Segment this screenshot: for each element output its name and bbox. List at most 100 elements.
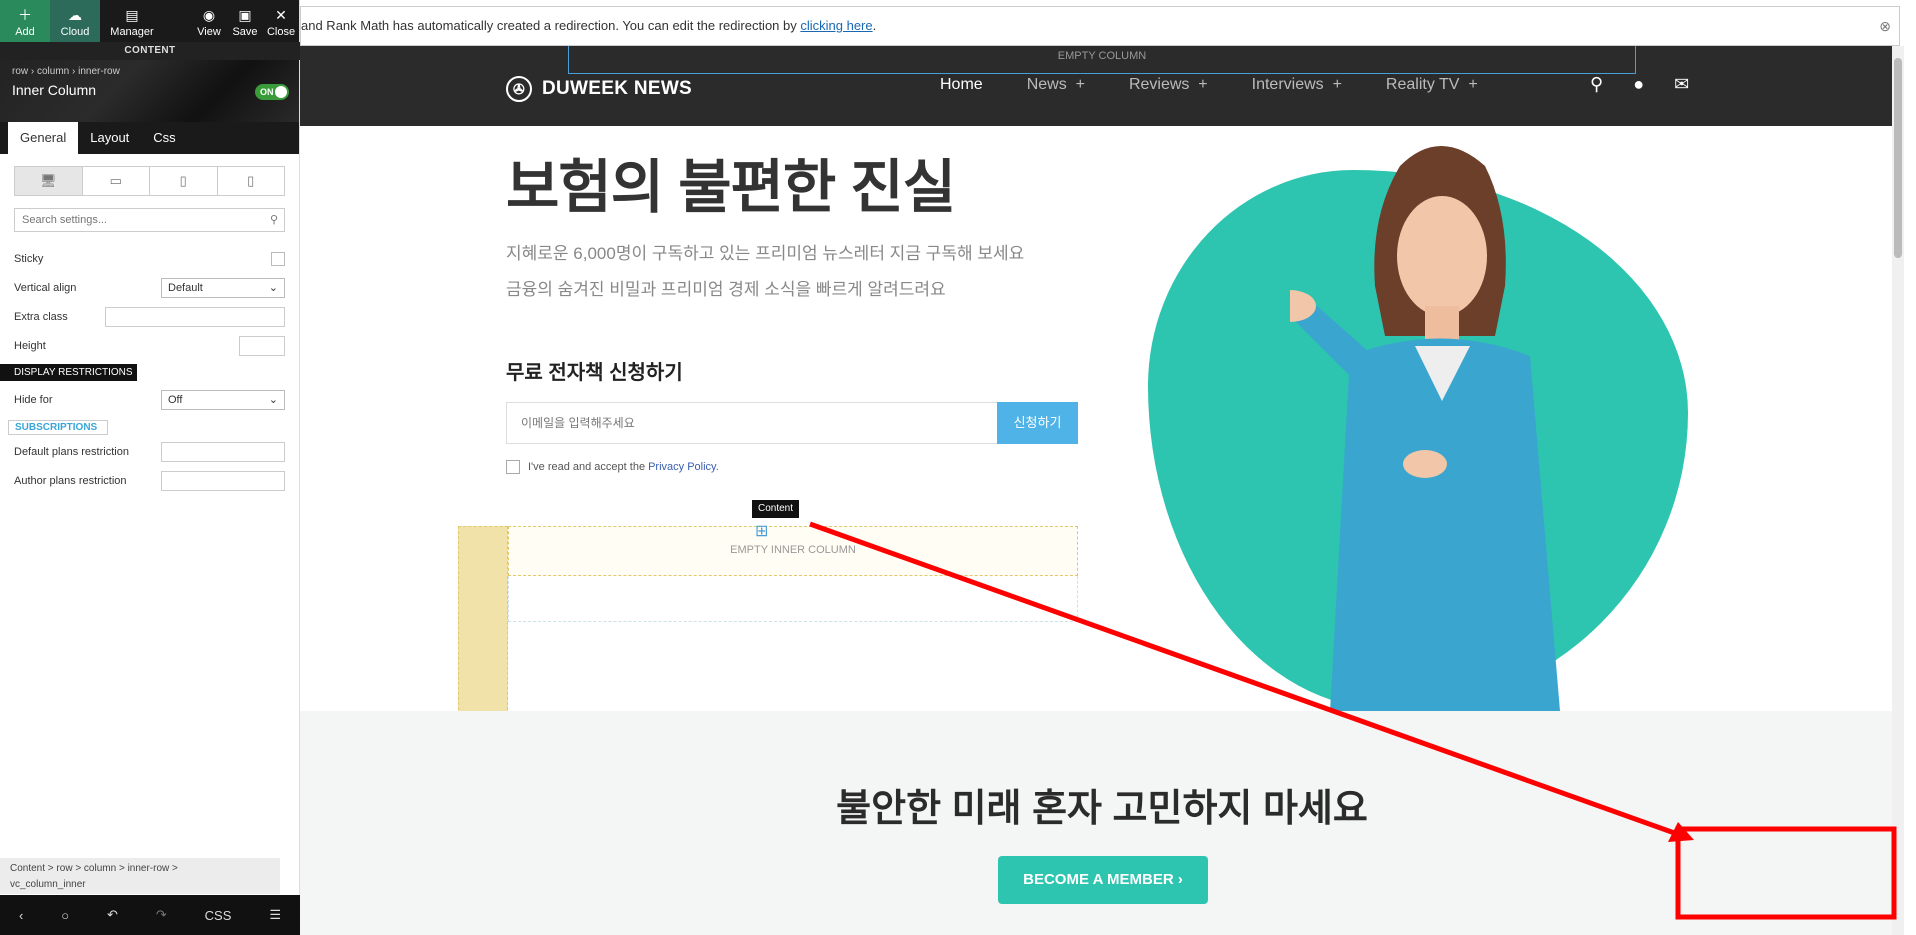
sticky-row: Sticky <box>0 244 299 273</box>
extra-class-input[interactable] <box>105 306 285 327</box>
user-icon[interactable]: ● <box>1633 74 1644 95</box>
default-plans-label: Default plans restriction <box>14 445 129 458</box>
page-scrollbar[interactable] <box>1892 46 1904 935</box>
tab-layout[interactable]: Layout <box>78 122 141 154</box>
film-reel-icon: ✇ <box>506 76 532 102</box>
mail-icon[interactable]: ✉ <box>1674 74 1689 95</box>
vertical-align-row: Vertical align Default ⌄ <box>0 273 299 302</box>
circle-icon[interactable]: ○ <box>61 908 69 923</box>
redo-icon[interactable]: ↷ <box>156 907 167 923</box>
site-preview: 보험의 불편한 진실 지혜로운 6,000명이 구독하고 있는 프리미엄 뉴스레… <box>300 0 1904 935</box>
content-tooltip: Content <box>752 500 800 518</box>
menu-icon[interactable]: ☰ <box>269 907 281 923</box>
form-heading: 무료 전자책 신청하기 <box>506 362 683 384</box>
menu-item-interviews[interactable]: Interviews + <box>1252 76 1342 94</box>
hero-title: 보험의 불편한 진실 <box>506 155 956 220</box>
inner-row-outline <box>508 576 1078 622</box>
menu-item-reviews[interactable]: Reviews + <box>1129 76 1208 94</box>
consent-checkbox[interactable] <box>506 460 520 474</box>
section-label: CONTENT <box>0 42 300 60</box>
woman-image <box>1290 146 1560 711</box>
back-icon[interactable]: ‹ <box>19 908 23 923</box>
author-plans-label: Author plans restriction <box>14 474 127 487</box>
menu-item-news[interactable]: News + <box>1027 76 1085 94</box>
menu-item-reality-tv[interactable]: Reality TV + <box>1386 76 1478 94</box>
element-toggle[interactable]: ON <box>255 84 289 100</box>
consent-row: I've read and accept the Privacy Policy. <box>506 460 719 474</box>
subscribe-button[interactable]: 신청하기 <box>997 402 1078 444</box>
manager-icon: ▤ <box>125 7 139 23</box>
search-icon[interactable]: ⚲ <box>1590 74 1603 95</box>
clicking-here-link[interactable]: clicking here <box>800 18 872 33</box>
device-switcher: 🖥 ▭ ▯ ▯ <box>14 166 285 196</box>
tab-general[interactable]: General <box>8 122 79 154</box>
manager-button[interactable]: ▤ Manager <box>100 0 164 42</box>
height-label: Height <box>14 339 46 352</box>
empty-inner-column[interactable]: ⊞ EMPTY INNER COLUMN <box>508 523 1078 576</box>
author-plans-input[interactable] <box>161 470 285 491</box>
settings-search: ⚲ <box>14 208 285 232</box>
close-notice-icon[interactable]: ⊗ <box>1879 7 1891 45</box>
default-plans-row: Default plans restriction <box>0 437 299 466</box>
chevron-down-icon: ⌄ <box>268 281 278 294</box>
email-input[interactable]: 이메일을 입력해주세요 <box>506 402 998 444</box>
site-navbar: EMPTY COLUMN ✇ DUWEEK NEWS Home News + R… <box>300 46 1904 126</box>
column-highlight[interactable] <box>458 526 508 725</box>
height-row: Height <box>0 331 299 360</box>
element-header: row › column › inner-row Inner Column ON <box>0 60 299 122</box>
redirection-notice: and Rank Math has automatically created … <box>300 6 1900 46</box>
builder-bottom-bar: ‹ ○ ↶ ↷ CSS ☰ <box>0 895 300 935</box>
privacy-policy-link[interactable]: Privacy Policy. <box>648 461 719 473</box>
cloud-icon: ☁ <box>68 7 82 23</box>
height-input[interactable] <box>239 335 285 356</box>
menu-item-home[interactable]: Home <box>940 76 983 94</box>
empty-column-placeholder[interactable]: EMPTY COLUMN <box>568 46 1636 74</box>
main-menu: Home News + Reviews + Interviews + Reali… <box>940 76 1522 94</box>
desktop-icon[interactable]: 🖥 <box>15 167 83 195</box>
save-icon: ▣ <box>238 7 252 23</box>
hide-for-label: Hide for <box>14 393 53 406</box>
site-logo[interactable]: ✇ DUWEEK NEWS <box>506 76 692 102</box>
settings-search-input[interactable] <box>15 209 284 231</box>
member-section: 불안한 미래 혼자 고민하지 마세요 BECOME A MEMBER › <box>300 711 1904 935</box>
undo-icon[interactable]: ↶ <box>107 907 118 923</box>
element-title: Inner Column <box>12 82 97 98</box>
element-breadcrumb[interactable]: row › column › inner-row <box>12 66 120 77</box>
bottom-breadcrumb[interactable]: Content > row > column > inner-row > vc_… <box>0 858 280 894</box>
become-member-button[interactable]: BECOME A MEMBER › <box>998 856 1208 904</box>
nav-icons: ⚲ ● ✉ <box>1590 74 1719 95</box>
hide-for-select[interactable]: Off ⌄ <box>161 389 285 410</box>
eye-icon: ◉ <box>202 7 216 23</box>
vertical-align-label: Vertical align <box>14 281 77 294</box>
builder-panel: ＋ Add ☁ Cloud ▤ Manager ◉ View ▣ Save ✕ <box>0 0 300 935</box>
close-button[interactable]: ✕ Close <box>263 0 299 42</box>
chevron-down-icon: ⌄ <box>268 393 278 406</box>
mobile-icon[interactable]: ▯ <box>218 167 285 195</box>
add-button[interactable]: ＋ Add <box>0 0 50 42</box>
hero-section: 보험의 불편한 진실 지혜로운 6,000명이 구독하고 있는 프리미엄 뉴스레… <box>300 126 1904 725</box>
hero-subtitle: 지혜로운 6,000명이 구독하고 있는 프리미엄 뉴스레터 지금 구독해 보세… <box>506 244 1025 299</box>
settings-fields: Sticky Vertical align Default ⌄ Extra cl… <box>0 244 299 495</box>
save-button[interactable]: ▣ Save <box>227 0 263 42</box>
view-button[interactable]: ◉ View <box>191 0 227 42</box>
close-icon: ✕ <box>275 7 287 23</box>
settings-tabs: General Layout Css <box>0 122 299 154</box>
display-restrictions-heading: DISPLAY RESTRICTIONS <box>0 364 137 381</box>
sticky-checkbox[interactable] <box>271 251 285 266</box>
scrollbar-thumb[interactable] <box>1894 58 1902 258</box>
author-plans-row: Author plans restriction <box>0 466 299 495</box>
extra-class-label: Extra class <box>14 310 68 323</box>
default-plans-input[interactable] <box>161 441 285 462</box>
add-content-icon[interactable]: ⊞ <box>755 521 768 541</box>
tab-css[interactable]: Css <box>141 122 187 154</box>
plus-icon: ＋ <box>18 7 32 23</box>
cloud-button[interactable]: ☁ Cloud <box>50 0 100 42</box>
vertical-align-select[interactable]: Default ⌄ <box>161 277 285 298</box>
subscriptions-heading: SUBSCRIPTIONS <box>8 420 108 435</box>
sticky-label: Sticky <box>14 252 44 265</box>
tablet-portrait-icon[interactable]: ▯ <box>150 167 218 195</box>
css-button[interactable]: CSS <box>205 908 232 923</box>
screen: { "builder": { "toolbar": { "add": "Add"… <box>0 0 1916 935</box>
tablet-landscape-icon[interactable]: ▭ <box>83 167 150 195</box>
section-heading: 불안한 미래 혼자 고민하지 마세요 <box>836 788 1368 830</box>
